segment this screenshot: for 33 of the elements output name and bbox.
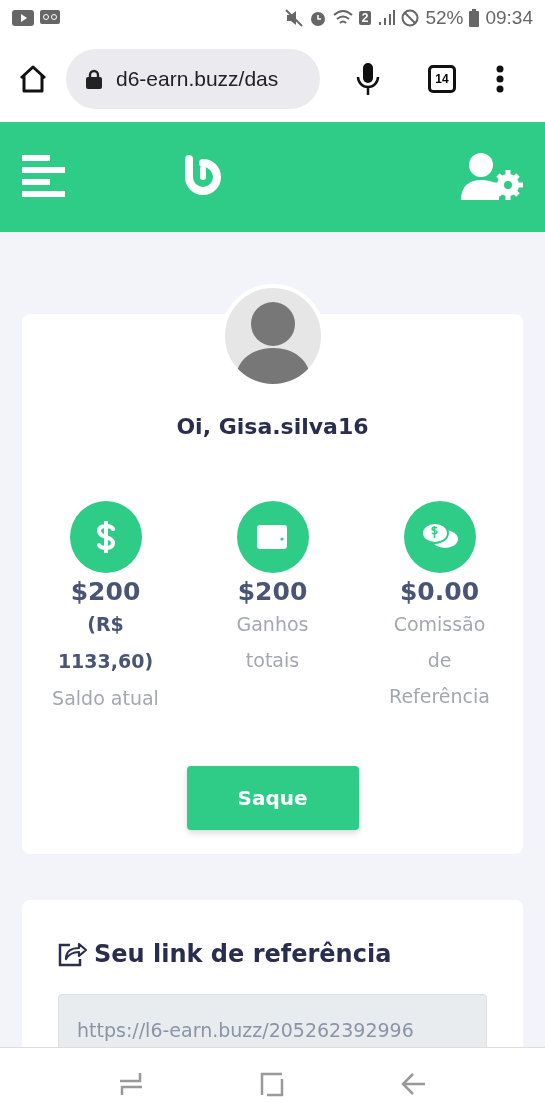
stat-label: Comissão de Referência <box>388 612 491 709</box>
stat-label: Ganhos totais <box>235 612 310 673</box>
recent-apps-icon[interactable] <box>117 1071 144 1097</box>
stat-amount: $200 <box>237 577 308 606</box>
home-button-icon[interactable] <box>259 1071 286 1097</box>
address-bar[interactable]: d6-earn.buzz/das <box>66 48 320 109</box>
tab-count-button[interactable]: 14 <box>428 64 456 93</box>
menu-icon[interactable] <box>22 155 66 199</box>
user-settings-icon[interactable] <box>461 152 523 202</box>
more-menu-icon[interactable] <box>496 64 504 93</box>
greeting: Oi, Gisa.silva16 <box>176 414 369 439</box>
wallet-icon <box>256 523 289 551</box>
stat-label: Saldo atual <box>51 686 160 711</box>
stat-amount: $200 <box>70 577 141 606</box>
url-text: d6-earn.buzz/das <box>116 66 279 91</box>
referral-title: Seu link de referência <box>94 940 392 968</box>
mute-icon <box>284 8 303 27</box>
back-icon[interactable] <box>401 1071 428 1097</box>
battery-percent: 52% <box>425 6 464 29</box>
battery-icon <box>469 8 480 27</box>
dollar-icon <box>94 521 117 553</box>
stat-amount: $0.00 <box>399 577 480 606</box>
signal-icon <box>377 8 396 27</box>
blocked-icon <box>401 8 420 27</box>
clock-time: 09:34 <box>485 6 533 29</box>
play-icon <box>12 9 34 26</box>
voicemail-icon <box>40 9 62 26</box>
sim-badge: 2 <box>358 10 372 25</box>
home-icon[interactable] <box>18 64 48 93</box>
stat-sub-amount: (R$ 1133,60) <box>56 612 155 674</box>
lock-icon <box>86 68 102 89</box>
microphone-icon[interactable] <box>356 61 380 96</box>
share-icon <box>58 941 88 967</box>
